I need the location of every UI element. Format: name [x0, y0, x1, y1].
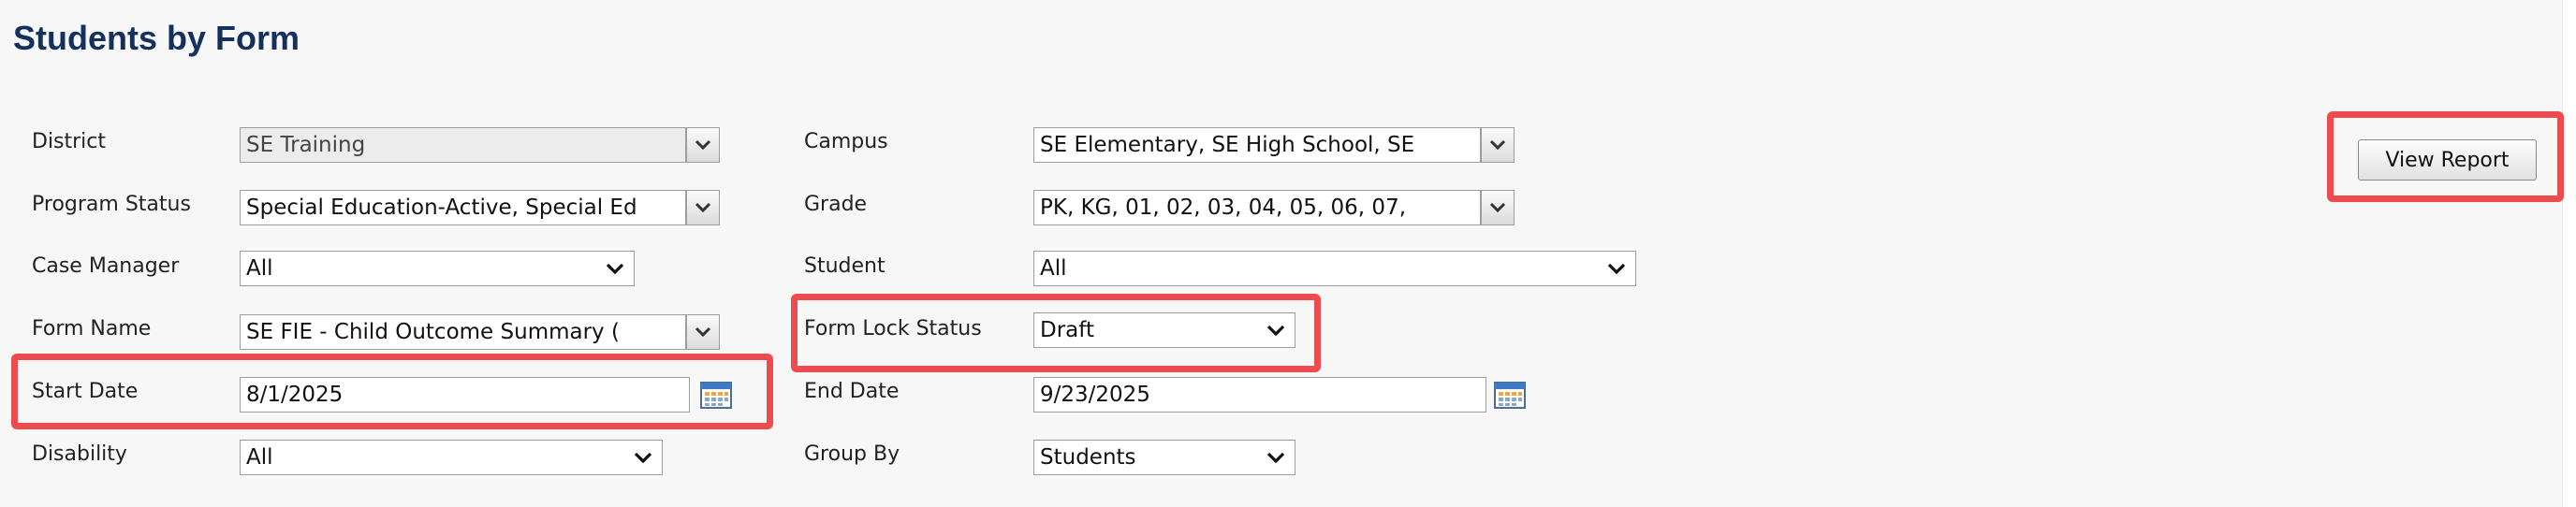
chevron-down-icon — [1489, 139, 1506, 151]
start-date-input[interactable]: 8/1/2025 — [240, 377, 690, 413]
start-date-value: 8/1/2025 — [246, 383, 344, 407]
district-dropdown-button[interactable] — [686, 127, 720, 163]
form-lock-status-label: Form Lock Status — [804, 317, 982, 340]
campus-value: SE Elementary, SE High School, SE — [1040, 133, 1415, 157]
group-by-label: Group By — [804, 442, 900, 466]
view-report-button[interactable]: View Report — [2358, 139, 2537, 181]
form-lock-status-value: Draft — [1040, 318, 1094, 342]
district-label: District — [32, 130, 107, 153]
program-status-label: Program Status — [32, 193, 191, 216]
case-manager-label: Case Manager — [32, 254, 180, 278]
grade-dropdown-button[interactable] — [1481, 190, 1515, 225]
disability-value: All — [246, 445, 273, 470]
disability-label: Disability — [32, 442, 127, 466]
form-name-label: Form Name — [32, 317, 152, 340]
chevron-down-icon — [1257, 313, 1295, 347]
calendar-icon — [700, 382, 732, 409]
form-name-dropdown-button[interactable] — [686, 314, 720, 350]
case-manager-value: All — [246, 256, 273, 281]
end-date-calendar-button[interactable] — [1493, 380, 1527, 410]
start-date-label: Start Date — [32, 380, 139, 403]
start-date-calendar-button[interactable] — [699, 380, 733, 410]
calendar-icon — [1494, 382, 1526, 409]
chevron-down-icon — [624, 441, 662, 474]
chevron-down-icon — [695, 326, 711, 338]
campus-dropdown-button[interactable] — [1481, 127, 1515, 163]
district-value: SE Training — [246, 133, 366, 157]
chevron-down-icon — [596, 252, 634, 285]
end-date-label: End Date — [804, 380, 900, 403]
group-by-value: Students — [1040, 445, 1136, 470]
campus-select[interactable]: SE Elementary, SE High School, SE — [1033, 127, 1481, 163]
page-title: Students by Form — [13, 19, 300, 57]
chevron-down-icon — [695, 139, 711, 151]
student-value: All — [1040, 256, 1067, 281]
student-select[interactable]: All — [1033, 251, 1636, 286]
student-label: Student — [804, 254, 886, 278]
case-manager-select[interactable]: All — [240, 251, 635, 286]
program-status-select[interactable]: Special Education-Active, Special Ed — [240, 190, 686, 225]
campus-label: Campus — [804, 130, 888, 153]
form-name-value: SE FIE - Child Outcome Summary ( — [246, 320, 620, 344]
report-filter-panel: Students by Form District SE Training Pr… — [0, 0, 2564, 507]
district-select[interactable]: SE Training — [240, 127, 686, 163]
grade-select[interactable]: PK, KG, 01, 02, 03, 04, 05, 06, 07, — [1033, 190, 1481, 225]
program-status-dropdown-button[interactable] — [686, 190, 720, 225]
chevron-down-icon — [695, 202, 711, 213]
end-date-value: 9/23/2025 — [1040, 383, 1150, 407]
end-date-input[interactable]: 9/23/2025 — [1033, 377, 1486, 413]
disability-select[interactable]: All — [240, 440, 663, 475]
chevron-down-icon — [1257, 441, 1295, 474]
grade-label: Grade — [804, 193, 868, 216]
chevron-down-icon — [1489, 202, 1506, 213]
program-status-value: Special Education-Active, Special Ed — [246, 196, 637, 220]
form-name-select[interactable]: SE FIE - Child Outcome Summary ( — [240, 314, 686, 350]
form-lock-status-select[interactable]: Draft — [1033, 312, 1295, 348]
group-by-select[interactable]: Students — [1033, 440, 1295, 475]
chevron-down-icon — [1598, 252, 1635, 285]
grade-value: PK, KG, 01, 02, 03, 04, 05, 06, 07, — [1040, 196, 1407, 220]
